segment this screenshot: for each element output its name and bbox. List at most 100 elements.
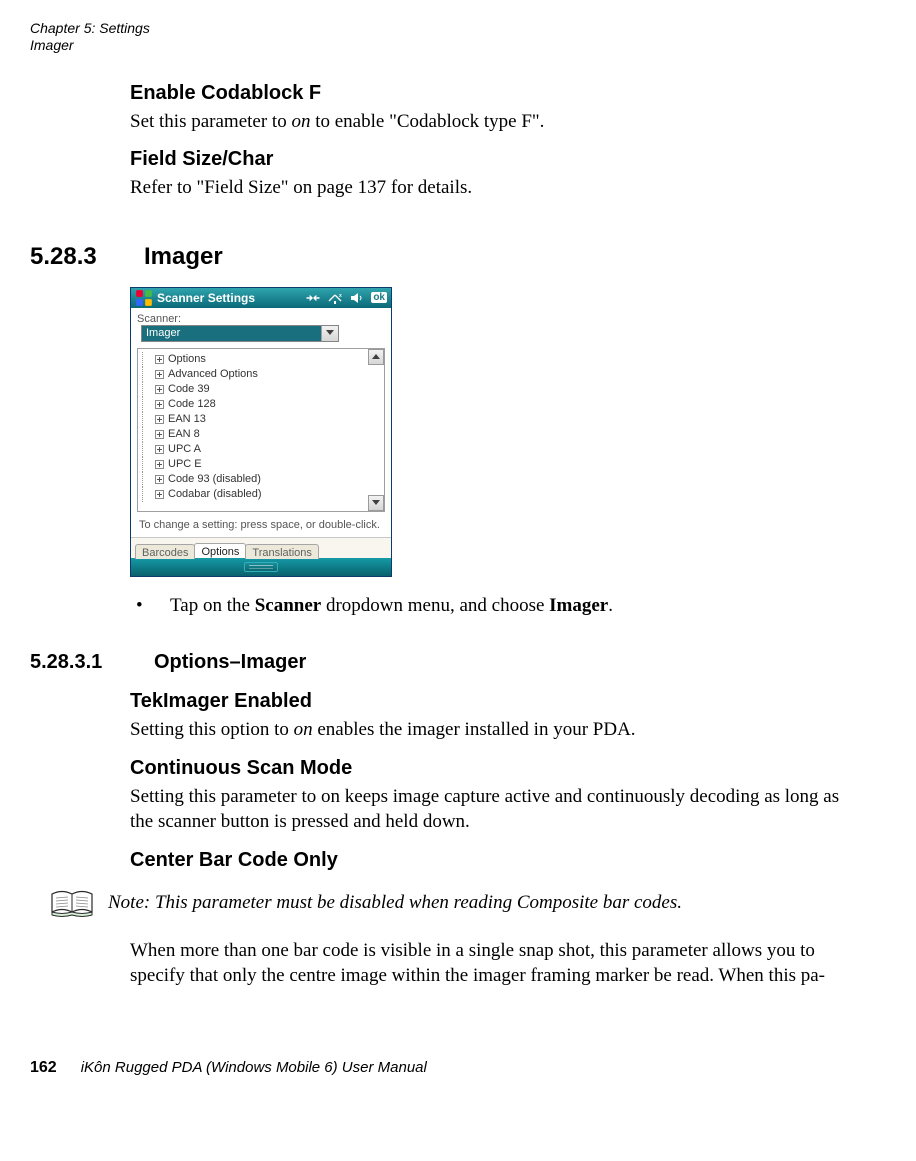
heading-options-imager: Options–Imager — [154, 651, 306, 674]
text: dropdown menu, and choose — [321, 595, 549, 616]
tree-line — [142, 352, 148, 367]
heading-enable-codablock: Enable Codablock F — [130, 82, 866, 105]
sip-bar[interactable] — [131, 558, 391, 576]
header-chapter: Chapter 5: Settings — [30, 20, 886, 37]
ok-button[interactable]: ok — [371, 292, 387, 303]
bullet-marker: • — [130, 595, 170, 617]
imager-word: Imager — [549, 595, 608, 616]
hint-text: To change a setting: press space, or dou… — [131, 516, 391, 537]
volume-icon[interactable] — [349, 291, 365, 305]
expand-icon[interactable] — [155, 430, 164, 439]
tree-line — [142, 397, 148, 412]
text: enables the imager installed in your PDA… — [313, 719, 636, 740]
tree-line — [142, 427, 148, 442]
tree-item[interactable]: EAN 13 — [142, 412, 364, 427]
expand-icon[interactable] — [155, 370, 164, 379]
scroll-up-button[interactable] — [368, 349, 384, 365]
para-continuous-scan: Setting this parameter to on keeps image… — [130, 784, 866, 835]
tree-item-label: EAN 8 — [168, 428, 200, 440]
expand-icon[interactable] — [155, 475, 164, 484]
page-number: 162 — [30, 1059, 57, 1077]
chevron-down-icon[interactable] — [321, 326, 338, 341]
scanner-settings-screenshot: Scanner Settings x ok Scanner: Imager — [130, 287, 392, 577]
header-section: Imager — [30, 37, 886, 54]
tree-line — [142, 457, 148, 472]
para-enable-codablock: Set this parameter to on to enable "Coda… — [130, 109, 866, 135]
tree-item-label: Codabar (disabled) — [168, 488, 262, 500]
scanner-word: Scanner — [255, 595, 322, 616]
signal-icon[interactable]: x — [327, 291, 343, 305]
note-row: Note: This parameter must be disabled wh… — [50, 888, 886, 918]
tab-translations[interactable]: Translations — [245, 544, 319, 559]
on-emphasis: on — [291, 111, 310, 132]
keyboard-icon[interactable] — [244, 562, 278, 572]
on-emphasis: on — [294, 719, 313, 740]
para-field-size: Refer to "Field Size" on page 137 for de… — [130, 175, 866, 201]
svg-text:x: x — [339, 293, 342, 299]
tree-line — [142, 472, 148, 487]
tree-item-label: UPC E — [168, 458, 202, 470]
scanner-dropdown-value: Imager — [142, 326, 321, 341]
tree-item-label: EAN 13 — [168, 413, 206, 425]
scanner-dropdown[interactable]: Imager — [141, 325, 339, 342]
tree-item[interactable]: UPC E — [142, 457, 364, 472]
tree-item[interactable]: Code 93 (disabled) — [142, 472, 364, 487]
window-title: Scanner Settings — [157, 291, 305, 305]
tree-item-label: Code 93 (disabled) — [168, 473, 261, 485]
expand-icon[interactable] — [155, 385, 164, 394]
heading-options-imager-row: 5.28.3.1 Options–Imager — [30, 625, 886, 680]
para-tekimager: Setting this option to on enables the im… — [130, 717, 866, 743]
heading-imager: Imager — [144, 243, 223, 271]
scanner-label-row: Scanner: Imager — [131, 308, 391, 346]
expand-icon[interactable] — [155, 460, 164, 469]
text: Tap on the — [170, 595, 255, 616]
window-titlebar: Scanner Settings x ok — [131, 288, 391, 308]
tree-item-label: Advanced Options — [168, 368, 258, 380]
heading-number: 5.28.3 — [30, 243, 120, 271]
expand-icon[interactable] — [155, 415, 164, 424]
tree-item[interactable]: EAN 8 — [142, 427, 364, 442]
connectivity-icon[interactable] — [305, 291, 321, 305]
bullet-item: • Tap on the Scanner dropdown menu, and … — [130, 595, 866, 617]
expand-icon[interactable] — [155, 445, 164, 454]
book-icon — [50, 888, 94, 918]
page-footer: 162 iKôn Rugged PDA (Windows Mobile 6) U… — [30, 1059, 886, 1077]
tree-line — [142, 382, 148, 397]
tree-line — [142, 367, 148, 382]
start-icon[interactable] — [135, 290, 153, 306]
text: to enable "Codablock type F". — [310, 111, 544, 132]
tree-item[interactable]: Options — [142, 352, 364, 367]
heading-field-size: Field Size/Char — [130, 148, 866, 171]
expand-icon[interactable] — [155, 400, 164, 409]
tree-item[interactable]: Advanced Options — [142, 367, 364, 382]
expand-icon[interactable] — [155, 490, 164, 499]
tree-item[interactable]: Codabar (disabled) — [142, 487, 364, 502]
text: Set this parameter to — [130, 111, 291, 132]
tree-line — [142, 487, 148, 502]
tree-item[interactable]: UPC A — [142, 442, 364, 457]
tab-barcodes[interactable]: Barcodes — [135, 544, 195, 559]
tree-item[interactable]: Code 128 — [142, 397, 364, 412]
settings-tree[interactable]: OptionsAdvanced OptionsCode 39Code 128EA… — [137, 348, 385, 512]
text: Setting this option to — [130, 719, 294, 740]
tab-bar: BarcodesOptionsTranslations — [131, 537, 391, 558]
heading-continuous-scan: Continuous Scan Mode — [130, 757, 866, 780]
tree-line — [142, 442, 148, 457]
heading-center-barcode: Center Bar Code Only — [130, 849, 866, 872]
scroll-down-button[interactable] — [368, 495, 384, 511]
tree-item-label: Code 39 — [168, 383, 210, 395]
text: . — [608, 595, 613, 616]
tree-item[interactable]: Code 39 — [142, 382, 364, 397]
para-center-barcode: When more than one bar code is visible i… — [130, 938, 866, 989]
note-text: Note: This parameter must be disabled wh… — [108, 892, 682, 914]
tree-item-label: UPC A — [168, 443, 201, 455]
tree-line — [142, 412, 148, 427]
bullet-text: Tap on the Scanner dropdown menu, and ch… — [170, 595, 613, 617]
tree-item-label: Options — [168, 353, 206, 365]
heading-number: 5.28.3.1 — [30, 651, 130, 674]
titlebar-icons: x ok — [305, 291, 387, 305]
heading-tekimager: TekImager Enabled — [130, 690, 866, 713]
scanner-label: Scanner: — [137, 313, 181, 325]
expand-icon[interactable] — [155, 355, 164, 364]
tab-options[interactable]: Options — [194, 543, 246, 558]
